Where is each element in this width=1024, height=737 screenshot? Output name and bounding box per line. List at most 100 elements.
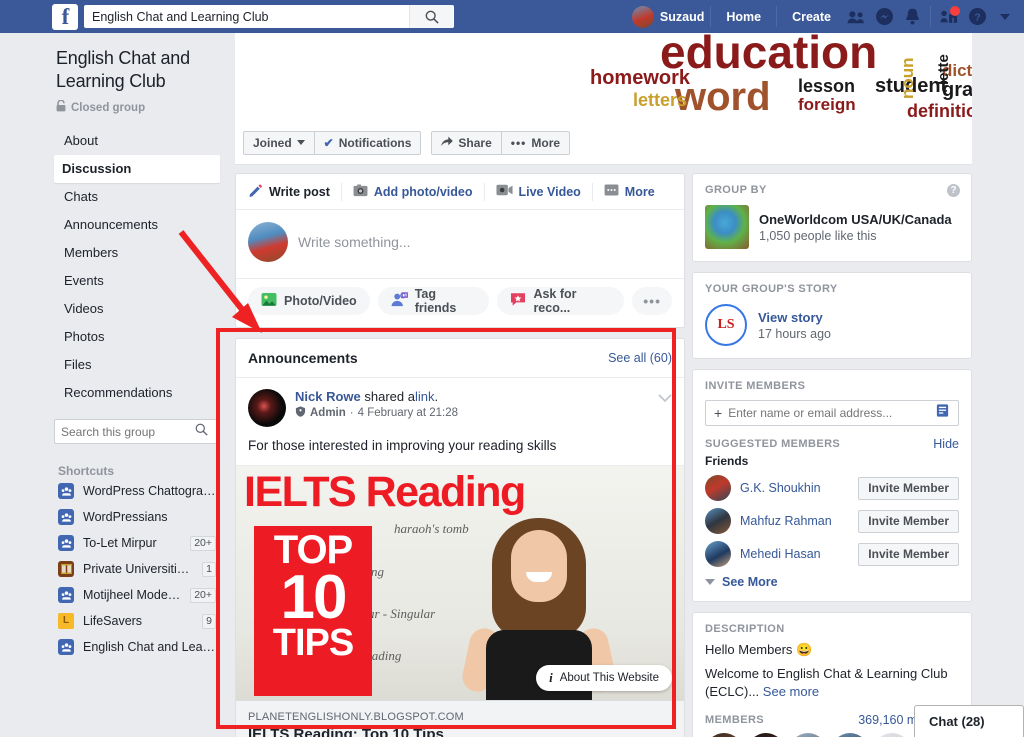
shortcut-label: English Chat and Learn... (83, 640, 216, 654)
profile-name[interactable]: Suzaud (660, 10, 704, 24)
global-search[interactable] (84, 5, 454, 28)
triangle-down-icon (705, 579, 715, 585)
sidebar-item-announcements[interactable]: Announcements (56, 211, 216, 239)
hide-suggestions-link[interactable]: Hide (933, 437, 959, 451)
group-search-input[interactable] (61, 424, 195, 439)
shortcut-item[interactable]: Private Universities (... 1 (56, 556, 216, 582)
composer-tab-live-video[interactable]: Live Video (485, 174, 592, 209)
shortcut-item[interactable]: L LifeSavers 9 (56, 608, 216, 634)
question-mark-icon[interactable]: ? (947, 184, 960, 197)
announcements-section: Announcements See all (60) Nick Rowe sha… (235, 338, 685, 737)
see-more-members-button[interactable]: See More (705, 575, 959, 589)
check-icon: ✔ (323, 135, 334, 150)
composer-pill-tag-friends[interactable]: Tag friends (377, 287, 490, 315)
friend-requests-icon[interactable] (842, 5, 870, 29)
shortcut-item[interactable]: Motijheel Model S... 20+ (56, 582, 216, 608)
notifications-button[interactable]: ✔ Notifications (314, 130, 422, 155)
invite-name-or-email-input[interactable] (728, 406, 929, 420)
search-input[interactable] (84, 6, 409, 27)
suggested-member-name[interactable]: Mehedi Hasan (740, 547, 821, 561)
photo-icon (261, 292, 277, 310)
post-link-word[interactable]: link (415, 389, 435, 404)
group-by-page[interactable]: OneWorldcom USA/UK/Canada 1,050 people l… (705, 205, 959, 249)
member-avatar[interactable] (789, 733, 827, 737)
announcements-header: Announcements See all (60) (236, 339, 684, 378)
shortcut-badge: 9 (202, 613, 216, 629)
link-attachment-image[interactable]: haraoh's tomb ng ar - Singular eading tw… (236, 465, 684, 700)
avatar[interactable] (705, 475, 731, 501)
sidebar-item-events[interactable]: Events (56, 267, 216, 295)
search-icon[interactable] (409, 5, 453, 28)
see-all-announcements-link[interactable]: See all (60) (608, 351, 672, 365)
shortcut-item[interactable]: To-Let Mirpur 20+ (56, 530, 216, 556)
facebook-logo-icon[interactable]: f (52, 3, 78, 30)
shortcut-item[interactable]: English Chat and Learn... (56, 634, 216, 660)
composer-body[interactable]: Write something... (236, 210, 684, 278)
composer-tabs: Write post Add photo/video Live Video More (236, 174, 684, 210)
notifications-icon[interactable] (898, 5, 926, 29)
composer-pill-more[interactable]: ••• (632, 287, 672, 315)
book-icon (58, 561, 74, 577)
avatar[interactable] (705, 541, 731, 567)
account-chevron-icon[interactable] (1000, 13, 1010, 20)
sidebar-item-videos[interactable]: Videos (56, 295, 216, 323)
info-icon: i (549, 670, 553, 685)
sidebar-item-chats[interactable]: Chats (56, 183, 216, 211)
sidebar-item-discussion[interactable]: Discussion (54, 155, 220, 183)
composer-tab-more[interactable]: More (593, 174, 666, 209)
view-story-link[interactable]: View story (758, 310, 831, 325)
post-author-name[interactable]: Nick Rowe (295, 389, 361, 404)
page-name[interactable]: OneWorldcom USA/UK/Canada (759, 212, 952, 227)
composer-tab-write-post[interactable]: Write post (238, 174, 341, 209)
invite-member-button[interactable]: Invite Member (858, 542, 959, 566)
groups-icon[interactable] (935, 5, 963, 29)
sidebar-item-recommendations[interactable]: Recommendations (56, 379, 216, 407)
more-button[interactable]: ••• More (501, 130, 571, 155)
about-this-website-button[interactable]: i About This Website (536, 665, 672, 691)
post-header: Nick Rowe shared alink. Admin · 4 Februa… (236, 378, 684, 427)
joined-button[interactable]: Joined (243, 130, 315, 155)
home-link[interactable]: Home (715, 10, 772, 24)
avatar[interactable] (705, 508, 731, 534)
chevron-down-icon[interactable] (658, 390, 672, 408)
link-attachment-meta[interactable]: PLANETENGLISHONLY.BLOGSPOT.COM IELTS Rea… (236, 700, 684, 737)
member-avatar[interactable] (831, 733, 869, 737)
contact-list-icon[interactable] (935, 403, 950, 423)
create-link[interactable]: Create (781, 10, 842, 24)
shortcut-label: WordPress Chattogram... (83, 484, 216, 498)
description-line-2: Welcome to English Chat & Learning Club … (705, 665, 959, 701)
chat-bar[interactable]: Chat (28) (914, 705, 1024, 737)
share-button[interactable]: Share (431, 130, 502, 155)
suggested-member-name[interactable]: G.K. Shoukhin (740, 481, 821, 495)
invite-input-wrapper[interactable]: + (705, 400, 959, 426)
profile-link[interactable]: Suzaud (631, 5, 704, 28)
member-avatar[interactable] (873, 733, 911, 737)
sidebar-item-photos[interactable]: Photos (56, 323, 216, 351)
composer-pill-ask-for-reco-[interactable]: Ask for reco... (497, 287, 625, 315)
see-more-description-link[interactable]: See more (763, 684, 819, 699)
link-headline[interactable]: IELTS Reading: Top 10 Tips (248, 726, 672, 737)
post-author-avatar[interactable] (248, 389, 286, 427)
member-avatar[interactable] (747, 733, 785, 737)
cover-word: lette (935, 54, 952, 85)
suggested-member-name[interactable]: Mahfuz Rahman (740, 514, 832, 528)
sidebar-item-about[interactable]: About (56, 127, 216, 155)
post-timestamp[interactable]: 4 February at 21:28 (358, 407, 458, 419)
story-row[interactable]: LS View story 17 hours ago (705, 304, 959, 346)
invite-member-button[interactable]: Invite Member (858, 476, 959, 500)
help-icon[interactable]: ? (963, 5, 991, 29)
shortcut-label: WordPressians (83, 510, 168, 524)
divider (930, 6, 931, 27)
composer-placeholder[interactable]: Write something... (298, 234, 411, 250)
search-icon[interactable] (195, 423, 208, 441)
sidebar-item-members[interactable]: Members (56, 239, 216, 267)
shortcut-item[interactable]: WordPressians (56, 504, 216, 530)
invite-member-button[interactable]: Invite Member (858, 509, 959, 533)
messenger-icon[interactable] (870, 5, 898, 29)
member-avatar[interactable] (705, 733, 743, 737)
shortcut-item[interactable]: WordPress Chattogram... (56, 478, 216, 504)
composer-tab-add-photo-video[interactable]: Add photo/video (342, 174, 484, 209)
group-search[interactable] (54, 419, 220, 444)
composer-pill-photo-video[interactable]: Photo/Video (248, 287, 370, 315)
sidebar-item-files[interactable]: Files (56, 351, 216, 379)
